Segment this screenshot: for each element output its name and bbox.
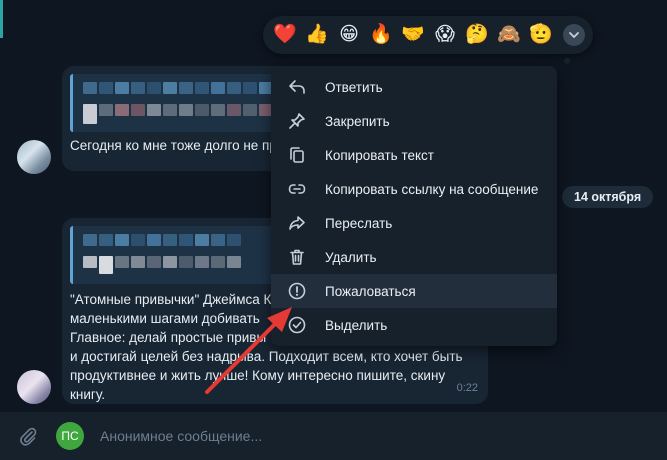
link-icon xyxy=(287,179,307,199)
reaction-thinking[interactable]: 🤔 xyxy=(463,21,491,49)
blurred-quote-text xyxy=(83,104,273,124)
menu-item-label: Ответить xyxy=(325,79,383,95)
chevron-down-icon xyxy=(569,32,579,38)
avatar[interactable] xyxy=(17,140,51,174)
reaction-fire[interactable]: 🔥 xyxy=(367,21,395,49)
reply-icon xyxy=(287,77,307,97)
date-separator: 14 октября xyxy=(562,186,654,208)
menu-item-label: Выделить xyxy=(325,317,388,333)
accent-stripe xyxy=(0,0,3,38)
menu-item-delete[interactable]: Удалить xyxy=(271,240,557,274)
blurred-quote-text xyxy=(83,256,241,274)
expand-reactions-button[interactable] xyxy=(563,24,585,46)
reply-quote[interactable] xyxy=(70,226,273,284)
menu-item-copy-link[interactable]: Копировать ссылку на сообщение xyxy=(271,172,557,206)
menu-item-pin[interactable]: Закрепить xyxy=(271,104,557,138)
reaction-scream[interactable]: 😱 xyxy=(431,21,459,49)
copy-icon xyxy=(287,145,307,165)
forward-icon xyxy=(287,213,307,233)
reaction-salute[interactable]: 🫡 xyxy=(527,21,555,49)
menu-item-copy-text[interactable]: Копировать текст xyxy=(271,138,557,172)
message-input[interactable] xyxy=(98,421,582,451)
menu-item-label: Копировать ссылку на сообщение xyxy=(325,181,539,197)
paperclip-icon xyxy=(20,427,37,446)
reaction-bar-tail xyxy=(564,58,570,64)
attach-button[interactable] xyxy=(16,424,40,448)
reaction-grin[interactable]: 😁 xyxy=(335,21,363,49)
select-icon xyxy=(287,315,307,335)
message-time: 0:22 xyxy=(456,382,478,394)
reaction-handshake[interactable]: 🤝 xyxy=(399,21,427,49)
blurred-quote-author xyxy=(83,82,273,94)
menu-item-report[interactable]: Пожаловаться xyxy=(271,274,557,308)
menu-item-label: Удалить xyxy=(325,249,377,265)
reaction-thumbs-up[interactable]: 👍 xyxy=(303,21,331,49)
menu-item-reply[interactable]: Ответить xyxy=(271,70,557,104)
menu-item-forward[interactable]: Переслать xyxy=(271,206,557,240)
menu-item-label: Копировать текст xyxy=(325,147,434,163)
menu-item-label: Закрепить xyxy=(325,113,390,129)
reaction-bar: ❤️ 👍 😁 🔥 🤝 😱 🤔 🙈 🫡 xyxy=(263,16,593,54)
sender-avatar[interactable]: ПС xyxy=(56,422,84,450)
reaction-see-no-evil[interactable]: 🙈 xyxy=(495,21,523,49)
avatar[interactable] xyxy=(17,370,51,404)
menu-item-label: Переслать xyxy=(325,215,393,231)
trash-icon xyxy=(287,247,307,267)
context-menu: Ответить Закрепить Копировать текст Копи… xyxy=(271,66,557,346)
report-icon xyxy=(287,281,307,301)
pin-icon xyxy=(287,111,307,131)
reaction-heart[interactable]: ❤️ xyxy=(271,21,299,49)
blurred-quote-author xyxy=(83,234,241,246)
composer-bar: ПС xyxy=(0,412,667,460)
menu-item-label: Пожаловаться xyxy=(325,283,416,299)
menu-item-select[interactable]: Выделить xyxy=(271,308,557,342)
